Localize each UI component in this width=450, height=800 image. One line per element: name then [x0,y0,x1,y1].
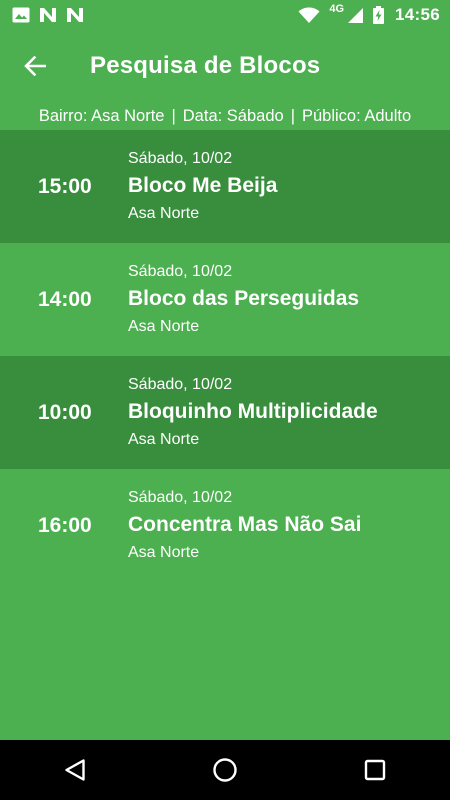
filter-data: Data: Sábado [182,106,284,125]
list-item[interactable]: 14:00 Sábado, 10/02 Bloco das Perseguida… [0,243,450,356]
nav-back-button[interactable] [45,740,105,800]
item-date: Sábado, 10/02 [128,263,233,280]
item-neighborhood: Asa Norte [128,431,200,448]
wifi-icon [298,5,320,25]
nav-recents-button[interactable] [345,740,405,800]
filter-separator: | [290,106,295,125]
page-title: Pesquisa de Blocos [90,52,321,79]
item-neighborhood: Asa Norte [128,205,200,222]
item-date: Sábado, 10/02 [128,376,233,393]
item-name: Concentra Mas Não Sai [128,513,362,536]
nav-home-button[interactable] [195,740,255,800]
list-item[interactable]: 10:00 Sábado, 10/02 Bloquinho Multiplici… [0,356,450,469]
app-bar: Pesquisa de Blocos [0,30,450,102]
status-system: 4G 14:56 [298,3,440,25]
back-button[interactable] [0,30,70,102]
recents-square-icon [364,759,386,781]
item-time: 10:00 [38,401,92,424]
list-item[interactable]: 16:00 Sábado, 10/02 Concentra Mas Não Sa… [0,469,450,582]
item-name: Bloquinho Multiplicidade [128,400,378,423]
search-filters-summary: Bairro: Asa Norte | Data: Sábado | Públi… [0,102,450,130]
item-name: Bloco das Perseguidas [128,287,360,310]
home-circle-icon [212,757,238,783]
cell-signal-icon [347,5,364,25]
item-time: 15:00 [38,175,92,198]
item-neighborhood: Asa Norte [128,318,200,335]
item-date: Sábado, 10/02 [128,489,233,506]
filter-publico: Público: Adulto [301,106,412,125]
n-notification-icon [39,5,57,25]
image-icon [12,5,30,25]
status-notifications [12,5,84,25]
item-neighborhood: Asa Norte [128,544,200,561]
list-item[interactable]: 15:00 Sábado, 10/02 Bloco Me Beija Asa N… [0,130,450,243]
status-clock: 14:56 [395,5,440,24]
item-time: 14:00 [38,288,92,311]
status-bar: 4G 14:56 [0,0,450,30]
filter-bairro: Bairro: Asa Norte [38,106,165,125]
network-type-label: 4G [329,3,345,15]
item-name: Bloco Me Beija [128,174,278,197]
results-list: 15:00 Sábado, 10/02 Bloco Me Beija Asa N… [0,130,450,582]
system-navigation-bar [0,740,450,800]
n-notification-icon [66,5,84,25]
battery-charging-icon [373,5,385,25]
filter-separator: | [171,106,176,125]
item-date: Sábado, 10/02 [128,150,233,167]
item-time: 16:00 [38,514,92,537]
arrow-back-icon [24,56,46,76]
back-triangle-icon [64,758,86,782]
